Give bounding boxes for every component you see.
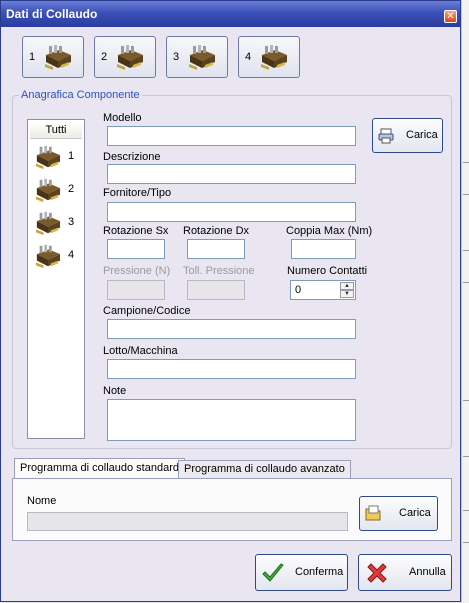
list-item-2[interactable]: 2: [34, 177, 82, 205]
connector-icon: [35, 145, 61, 170]
background-mark: [463, 400, 469, 401]
stepper-arrows: ▲ ▼: [340, 282, 354, 298]
stepper-up-icon[interactable]: ▲: [340, 282, 354, 290]
printer-icon: [378, 128, 394, 144]
lotto-label: Lotto/Macchina: [103, 345, 178, 357]
modello-label: Modello: [103, 112, 142, 124]
component-button-label: 2: [101, 51, 108, 63]
background-mark: [463, 282, 469, 283]
note-label: Note: [103, 385, 127, 397]
carica-programma-button[interactable]: Carica: [359, 496, 438, 531]
numero-contatti-stepper[interactable]: 0 ▲ ▼: [290, 280, 356, 300]
descrizione-label: Descrizione: [103, 151, 161, 163]
annulla-label: Annulla: [409, 566, 446, 578]
list-item-label: 2: [68, 183, 75, 195]
tab-programma-avanzato[interactable]: Programma di collaudo avanzato: [178, 460, 351, 478]
background-mark: [463, 456, 469, 457]
component-list[interactable]: Tutti 1 2 3 4: [27, 119, 85, 439]
campione-label: Campione/Codice: [103, 305, 191, 317]
modello-input[interactable]: [107, 126, 356, 146]
folder-icon: [365, 505, 381, 521]
connector-icon: [35, 244, 61, 269]
toll-pressione-input: [187, 280, 245, 300]
cancel-x-icon: [367, 563, 387, 583]
connector-icon: [45, 45, 71, 70]
connector-icon: [117, 45, 143, 70]
connector-icon: [189, 45, 215, 70]
carica-component-button[interactable]: Carica: [372, 118, 443, 153]
close-icon: ✕: [446, 11, 455, 22]
background-mark: [463, 542, 469, 543]
connector-icon: [35, 211, 61, 236]
lotto-input[interactable]: [107, 359, 356, 379]
background-mark: [463, 250, 469, 251]
descrizione-input[interactable]: [107, 164, 356, 184]
anagrafica-legend: Anagrafica Componente: [19, 89, 142, 101]
annulla-button[interactable]: Annulla: [358, 554, 452, 591]
checkmark-icon: [262, 563, 284, 582]
campione-input[interactable]: [107, 319, 356, 339]
component-button-2[interactable]: 2: [94, 36, 156, 78]
carica-label: Carica: [399, 507, 431, 519]
conferma-button[interactable]: Conferma: [255, 554, 348, 591]
title-bar: Dati di Collaudo ✕: [1, 1, 460, 27]
note-textarea[interactable]: [107, 399, 356, 441]
nome-input: [27, 512, 348, 531]
list-item-4[interactable]: 4: [34, 243, 82, 271]
list-header[interactable]: Tutti: [30, 122, 82, 139]
fornitore-label: Fornitore/Tipo: [103, 187, 172, 199]
rotazione-sx-input[interactable]: [107, 239, 165, 259]
connector-icon: [261, 45, 287, 70]
tab-programma-standard[interactable]: Programma di collaudo standard: [14, 458, 185, 479]
component-button-4[interactable]: 4: [238, 36, 300, 78]
rotazione-dx-label: Rotazione Dx: [183, 225, 250, 237]
rotazione-dx-input[interactable]: [187, 239, 245, 259]
pressione-input: [107, 280, 165, 300]
nome-label: Nome: [27, 495, 57, 507]
programma-tab-panel: Nome Carica: [12, 478, 452, 541]
coppia-max-label: Coppia Max (Nm): [286, 225, 373, 237]
stepper-down-icon[interactable]: ▼: [340, 290, 354, 298]
numero-contatti-label: Numero Contatti: [287, 265, 368, 277]
numero-contatti-value: 0: [295, 284, 302, 296]
list-item-1[interactable]: 1: [34, 144, 82, 172]
list-item-label: 4: [68, 249, 75, 261]
window-title: Dati di Collaudo: [6, 7, 98, 21]
close-button[interactable]: ✕: [444, 10, 457, 23]
component-button-label: 4: [245, 51, 252, 63]
carica-label: Carica: [406, 129, 438, 141]
component-button-label: 1: [29, 51, 36, 63]
background-mark: [463, 194, 469, 195]
fornitore-input[interactable]: [107, 202, 356, 222]
component-button-label: 3: [173, 51, 180, 63]
background-mark: [463, 162, 469, 163]
toll-pressione-label: Toll. Pressione: [183, 265, 255, 277]
component-button-1[interactable]: 1: [22, 36, 84, 78]
coppia-max-input[interactable]: [291, 239, 356, 259]
background-app-strip: [461, 0, 469, 603]
component-button-3[interactable]: 3: [166, 36, 228, 78]
list-item-label: 1: [68, 150, 75, 162]
list-item-label: 3: [68, 216, 75, 228]
pressione-label: Pressione (N): [103, 265, 171, 277]
connector-icon: [35, 178, 61, 203]
rotazione-sx-label: Rotazione Sx: [103, 225, 169, 237]
list-item-3[interactable]: 3: [34, 210, 82, 238]
conferma-label: Conferma: [295, 566, 344, 578]
collaudo-dialog: Dati di Collaudo ✕ 1 2 3 4 Anagrafica Co…: [0, 0, 461, 602]
background-mark: [463, 510, 469, 511]
